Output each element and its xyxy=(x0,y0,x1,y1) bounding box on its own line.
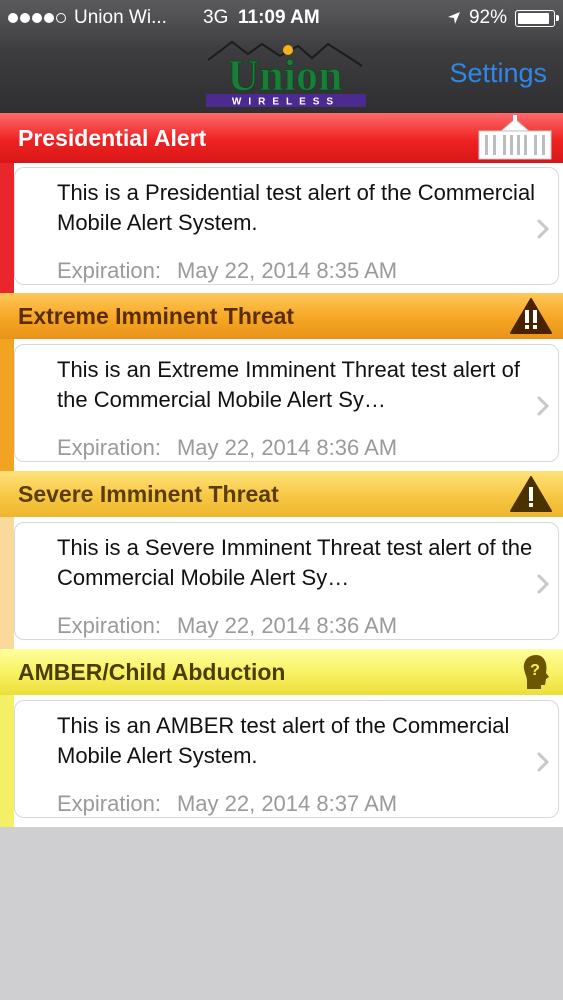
priority-stripe xyxy=(0,163,14,293)
double-exclamation-warning-icon xyxy=(510,298,552,334)
priority-stripe xyxy=(0,339,14,471)
alert-message: This is an Extreme Imminent Threat test … xyxy=(57,357,520,412)
alert-list: Presidential Alert This is a Presidentia… xyxy=(0,113,563,827)
battery-percent: 92% xyxy=(468,7,507,28)
section-header-extreme: Extreme Imminent Threat xyxy=(0,293,563,339)
section-header-presidential: Presidential Alert xyxy=(0,113,563,163)
status-bar: Union Wi... 3G 11:09 AM 92% xyxy=(0,0,563,36)
alert-card-amber[interactable]: This is an AMBER test alert of the Comme… xyxy=(14,700,559,818)
chevron-right-icon xyxy=(537,396,550,416)
alert-card-presidential[interactable]: This is a Presidential test alert of the… xyxy=(14,167,559,285)
priority-stripe xyxy=(0,517,14,649)
battery-icon xyxy=(515,9,559,27)
section-title: AMBER/Child Abduction xyxy=(18,658,286,685)
settings-button[interactable]: Settings xyxy=(449,58,547,89)
chevron-right-icon xyxy=(537,574,550,594)
exclamation-warning-icon xyxy=(510,476,552,512)
alert-message: This is a Presidential test alert of the… xyxy=(57,180,536,235)
svg-text:WIRELESS: WIRELESS xyxy=(232,97,340,108)
section-title: Severe Imminent Threat xyxy=(18,480,279,507)
svg-text:Union: Union xyxy=(228,51,343,100)
signal-strength-icon xyxy=(8,13,66,23)
white-house-icon xyxy=(478,115,552,160)
section-header-amber: AMBER/Child Abduction ? xyxy=(0,649,563,695)
alert-expiration: Expiration: May 22, 2014 8:36 AM xyxy=(57,613,398,638)
section-header-severe: Severe Imminent Threat xyxy=(0,471,563,517)
alert-message: This is an AMBER test alert of the Comme… xyxy=(57,713,510,768)
alert-expiration: Expiration: May 22, 2014 8:36 AM xyxy=(57,435,398,460)
union-wireless-logo: Union WIRELESS xyxy=(206,40,366,108)
clock: 11:09 AM xyxy=(238,7,320,28)
priority-stripe xyxy=(0,695,14,827)
section-title: Presidential Alert xyxy=(18,124,207,151)
alert-message: This is a Severe Imminent Threat test al… xyxy=(57,535,533,590)
network-type: 3G xyxy=(203,7,229,28)
carrier-name: Union Wi... xyxy=(74,7,167,28)
top-bar: Union Wi... 3G 11:09 AM 92% Union WIRELE… xyxy=(0,0,563,113)
child-question-icon: ? xyxy=(523,655,549,689)
section-title: Extreme Imminent Threat xyxy=(18,302,295,329)
alert-card-extreme[interactable]: This is an Extreme Imminent Threat test … xyxy=(14,344,559,462)
alert-expiration: Expiration: May 22, 2014 8:37 AM xyxy=(57,791,398,816)
svg-text:?: ? xyxy=(530,662,540,679)
chevron-right-icon xyxy=(537,219,550,239)
alert-card-severe[interactable]: This is a Severe Imminent Threat test al… xyxy=(14,522,559,640)
chevron-right-icon xyxy=(537,752,550,772)
alert-expiration: Expiration: May 22, 2014 8:35 AM xyxy=(57,258,398,283)
location-arrow-icon xyxy=(447,12,460,24)
